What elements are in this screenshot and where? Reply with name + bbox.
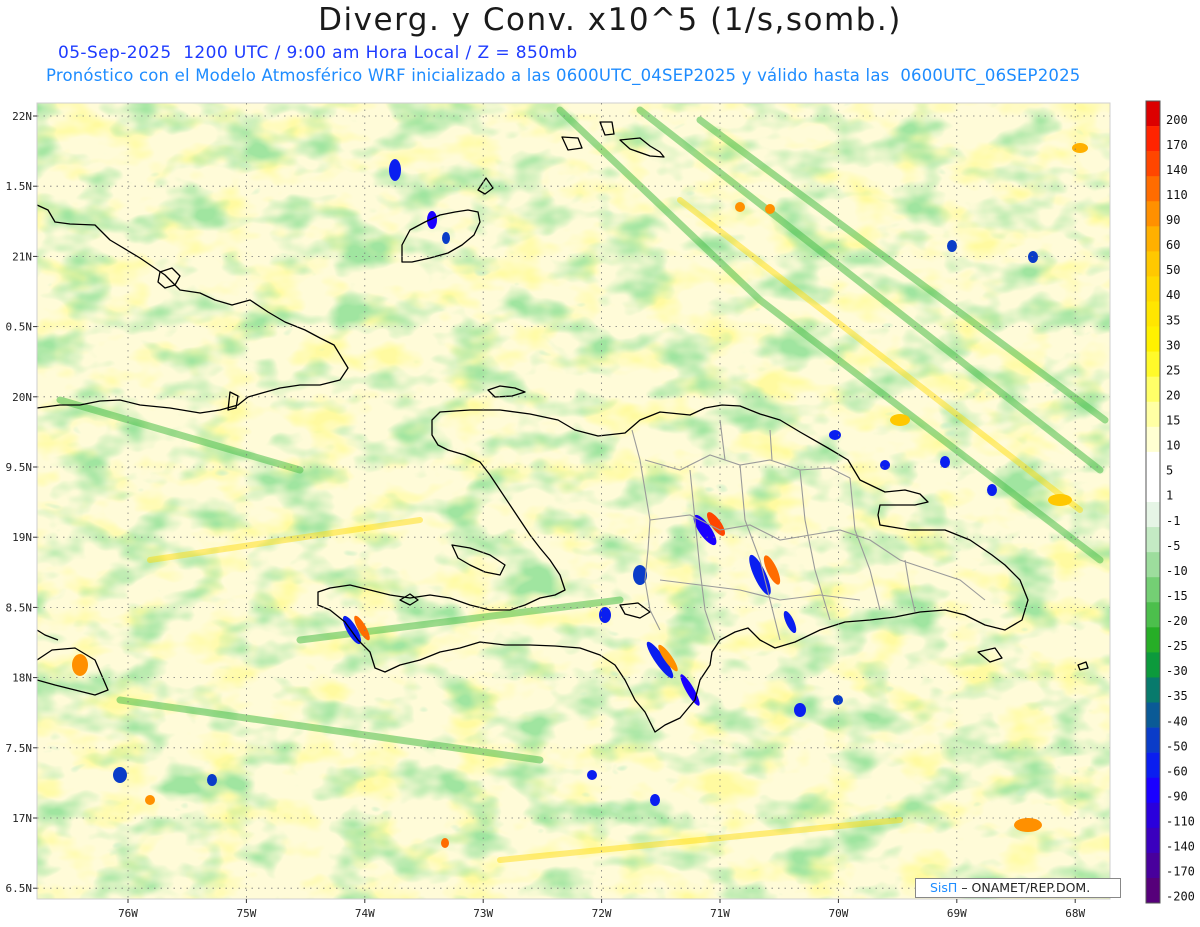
map-title: Diverg. y Conv. x10^5 (1/s,somb.) xyxy=(318,2,902,38)
colorbar-label: 90 xyxy=(1166,213,1180,227)
colorbar-label: 35 xyxy=(1166,313,1180,327)
colorbar-swatch xyxy=(1146,702,1160,728)
colorbar-swatch xyxy=(1146,251,1160,277)
lat-label: 7.5N xyxy=(6,742,33,755)
colorbar-swatch xyxy=(1146,527,1160,553)
colorbar-label: -20 xyxy=(1166,614,1188,628)
latitude-labels: 22N 1.5N 21N 0.5N 20N 9.5N 19N 8.5N 18N 7.5N 17N 6.… xyxy=(6,110,33,895)
colorbar-swatch xyxy=(1146,326,1160,352)
colorbar-label: 60 xyxy=(1166,238,1180,252)
lon-label: 71W xyxy=(710,907,730,920)
lat-label: 19N xyxy=(12,531,32,544)
lon-label: 73W xyxy=(473,907,493,920)
colorbar-label: -15 xyxy=(1166,589,1188,603)
colorbar-swatch xyxy=(1146,126,1160,152)
colorbar-label: 5 xyxy=(1166,464,1173,478)
colorbar-label: -90 xyxy=(1166,789,1188,803)
colorbar-swatch xyxy=(1146,502,1160,528)
sispi-logo: SisΠ xyxy=(930,880,958,895)
lon-label: 74W xyxy=(355,907,375,920)
lon-label: 68W xyxy=(1065,907,1085,920)
colorbar-label: -140 xyxy=(1166,840,1195,854)
colorbar-swatch xyxy=(1146,577,1160,603)
colorbar-label: 15 xyxy=(1166,414,1180,428)
longitude-labels: 76W 75W 74W 73W 72W 71W 70W 69W 68W xyxy=(118,907,1085,920)
colorbar-swatch xyxy=(1146,677,1160,703)
colorbar-label: 200 xyxy=(1166,113,1188,127)
colorbar-swatch xyxy=(1146,827,1160,854)
colorbar-swatch xyxy=(1146,627,1160,653)
lat-label: 0.5N xyxy=(6,321,33,334)
colorbar-label: -10 xyxy=(1166,564,1188,578)
colorbar-swatch xyxy=(1146,376,1160,403)
colorbar-swatch xyxy=(1146,151,1160,177)
map-figure: 22N 1.5N 21N 0.5N 20N 9.5N 19N 8.5N 18N 7.5N 17N 6.… xyxy=(6,100,1195,920)
lon-label: 69W xyxy=(947,907,967,920)
colorbar-label: -30 xyxy=(1166,664,1188,678)
colorbar-swatch xyxy=(1146,276,1160,302)
colorbar-label: 20 xyxy=(1166,388,1180,402)
colorbar-swatch xyxy=(1146,602,1160,628)
lat-label: 9.5N xyxy=(6,461,33,474)
colorbar-label: -110 xyxy=(1166,815,1195,829)
colorbar-swatch xyxy=(1146,777,1160,804)
lat-label: 18N xyxy=(12,672,32,685)
colorbar-swatch xyxy=(1146,877,1160,904)
colorbar-label: 140 xyxy=(1166,163,1188,177)
colorbar-swatch xyxy=(1146,401,1160,428)
colorbar-label: -60 xyxy=(1166,764,1188,778)
valid-time-subtitle: 05-Sep-2025 1200 UTC / 9:00 am Hora Loca… xyxy=(58,43,578,63)
lat-label: 20N xyxy=(12,391,32,404)
colorbar-label: -25 xyxy=(1166,639,1188,653)
colorbar-label: -5 xyxy=(1166,539,1180,553)
colorbar-label: -40 xyxy=(1166,714,1188,728)
divergence-field xyxy=(37,103,1110,899)
colorbar-swatch xyxy=(1146,226,1160,252)
colorbar-swatch xyxy=(1146,301,1160,327)
lon-label: 75W xyxy=(236,907,256,920)
colorbar-label: -1 xyxy=(1166,514,1180,528)
colorbar-label: 50 xyxy=(1166,263,1180,277)
colorbar-label: 25 xyxy=(1166,363,1180,377)
lat-label: 21N xyxy=(12,250,32,263)
colorbar-swatch xyxy=(1146,201,1160,227)
lat-label: 17N xyxy=(12,812,32,825)
colorbar-label: -50 xyxy=(1166,739,1188,753)
colorbar: 200 170 140 110 90 60 50 40 35 30 25 20 15 10 5 1 -1 -5 -1… xyxy=(1145,100,1195,904)
lat-label: 1.5N xyxy=(6,180,33,193)
colorbar-swatch xyxy=(1146,727,1160,753)
credit-text: – ONAMET/REP.DOM. xyxy=(961,880,1091,895)
lon-label: 72W xyxy=(592,907,612,920)
colorbar-label: 170 xyxy=(1166,138,1188,152)
colorbar-swatch xyxy=(1146,351,1160,377)
lon-label: 70W xyxy=(828,907,848,920)
colorbar-label: -35 xyxy=(1166,689,1188,703)
lat-label: 22N xyxy=(12,110,32,123)
colorbar-label: 110 xyxy=(1166,188,1188,202)
colorbar-swatch xyxy=(1146,426,1160,453)
colorbar-label: 40 xyxy=(1166,288,1180,302)
forecast-description: Pronóstico con el Modelo Atmosférico WRF… xyxy=(46,66,1081,85)
colorbar-swatch xyxy=(1146,652,1160,678)
colorbar-label: -200 xyxy=(1166,890,1195,904)
lat-label: 8.5N xyxy=(6,601,33,614)
colorbar-swatch xyxy=(1146,852,1160,879)
colorbar-label: 10 xyxy=(1166,439,1180,453)
colorbar-label: -170 xyxy=(1166,865,1195,879)
colorbar-swatch xyxy=(1146,476,1160,503)
colorbar-swatch xyxy=(1146,802,1160,829)
lat-label: 6.5N xyxy=(6,882,33,895)
colorbar-swatch xyxy=(1146,451,1160,478)
colorbar-swatch xyxy=(1146,101,1160,127)
colorbar-label: 1 xyxy=(1166,489,1173,503)
credit-box: SisΠ – ONAMET/REP.DOM. xyxy=(915,878,1121,898)
colorbar-swatch xyxy=(1146,176,1160,202)
colorbar-swatch xyxy=(1146,552,1160,578)
colorbar-label: 30 xyxy=(1166,338,1180,352)
lon-label: 76W xyxy=(118,907,138,920)
colorbar-swatch xyxy=(1146,752,1160,778)
